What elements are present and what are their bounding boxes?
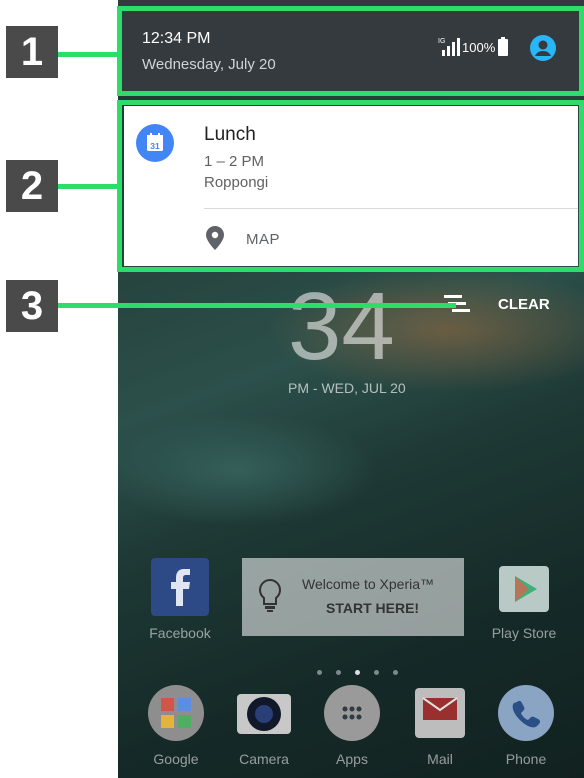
welcome-start: START HERE! [326,600,420,616]
callout-frame-1 [117,6,584,96]
app-label: Play Store [491,625,557,641]
lightbulb-icon [259,578,281,612]
phone-icon [498,685,554,741]
facebook-icon [151,558,209,616]
dock-google[interactable]: Google [138,684,214,767]
dock-mail[interactable]: Mail [402,684,478,767]
app-play-store[interactable]: Play Store [484,558,564,641]
app-label: Phone [505,751,547,767]
callout-frame-2 [117,100,584,272]
dock-apps[interactable]: Apps [314,684,390,767]
callout-marker-2: 2 [6,160,58,212]
dock-phone[interactable]: Phone [488,684,564,767]
apps-icon [324,685,380,741]
mail-icon [415,688,465,738]
page-indicator [310,662,405,680]
app-label: Google [153,751,199,767]
camera-icon [237,694,291,734]
app-facebook[interactable]: Facebook [140,558,220,641]
welcome-title: Welcome to Xperia™ [302,576,435,592]
app-label: Camera [239,751,289,767]
callout-marker-3: 3 [6,280,58,332]
clear-label: CLEAR [498,296,550,313]
play-store-icon [499,566,549,612]
clear-all-button[interactable]: CLEAR [444,290,564,320]
callout-line-3 [58,303,456,308]
dock-camera[interactable]: Camera [226,684,302,767]
app-label: Apps [336,751,368,767]
callout-marker-1: 1 [6,26,58,78]
welcome-widget[interactable]: Welcome to Xperia™ START HERE! [242,558,464,636]
callout-line-1 [58,52,118,57]
google-icon [148,685,204,741]
app-label: Facebook [149,625,211,641]
callout-line-2 [58,184,118,189]
app-label: Mail [427,751,453,767]
lockscreen-clock: 34 [288,273,395,380]
lockscreen-date: PM - WED, JUL 20 [288,380,406,396]
